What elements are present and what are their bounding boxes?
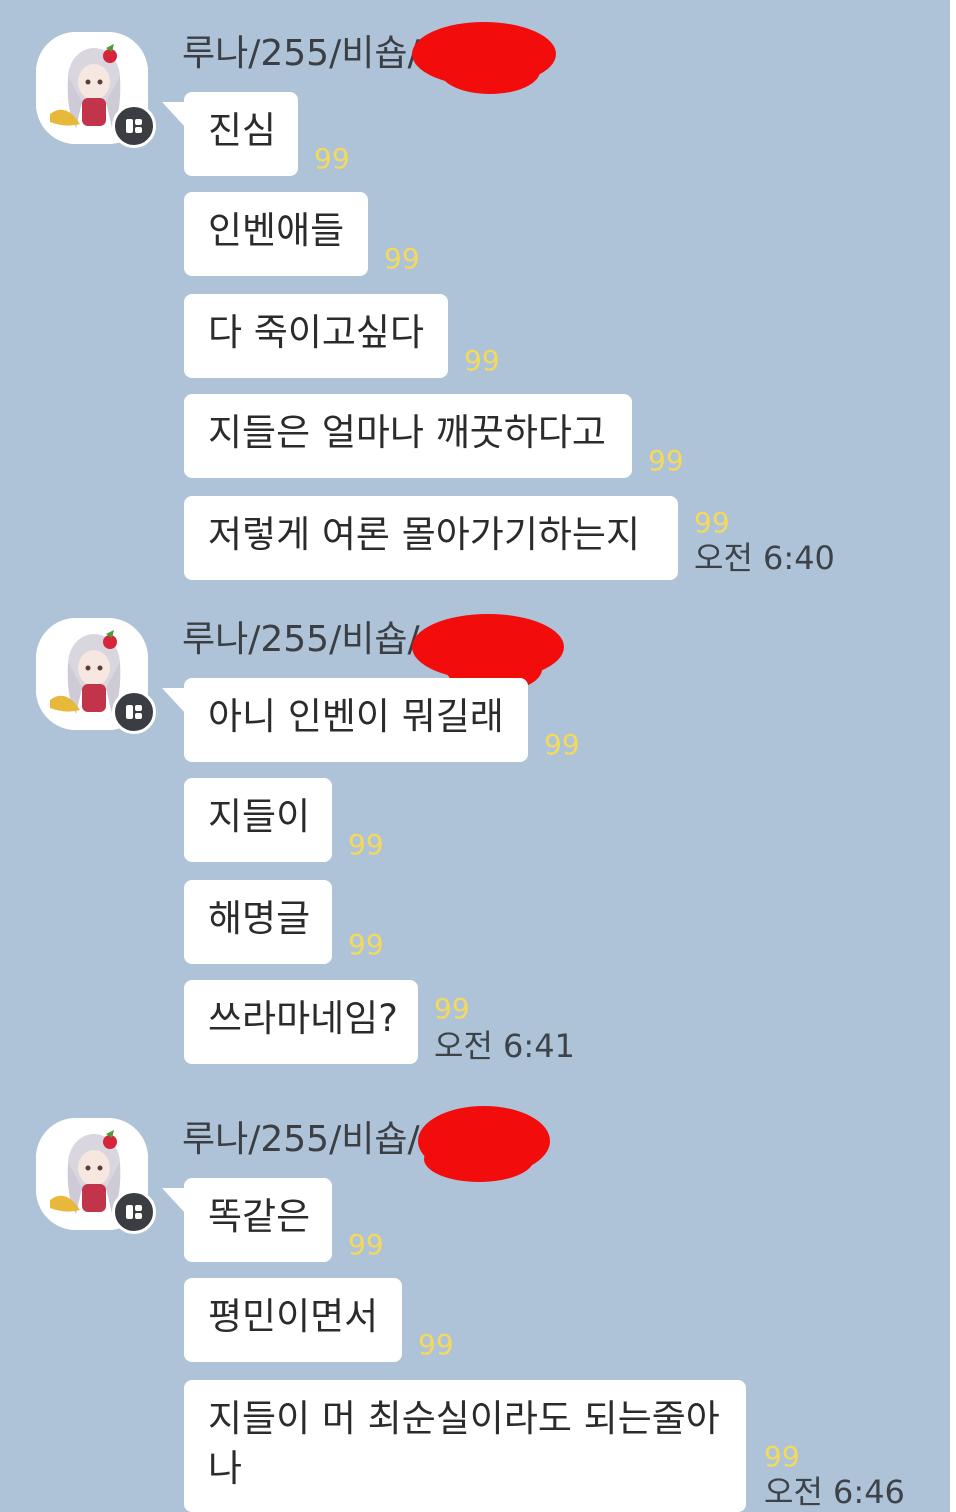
message-text: 평민이면서: [208, 1295, 379, 1338]
redaction-mark: [424, 1136, 534, 1182]
unread-count: 99: [348, 828, 384, 861]
message-bubble[interactable]: 지들은 얼마나 깨끗하다고: [184, 394, 632, 478]
message-bubble[interactable]: 똑같은: [162, 1178, 332, 1262]
message-time: 오전 6:40: [694, 539, 835, 577]
message-bubble[interactable]: 진심: [162, 92, 298, 176]
message-time: 오전 6:41: [434, 1027, 575, 1065]
unread-count: 99: [384, 242, 420, 275]
redaction-mark: [440, 48, 540, 94]
unread-count: 99: [694, 506, 730, 539]
chat-background: 루나/255/비숍/ 진심 99 인벤애들 99 다 죽이고싶다 99 지들은 …: [0, 0, 950, 1512]
message-bubble[interactable]: 저렇게 여론 몰아가기하는지: [184, 496, 678, 580]
openchat-profile-badge-icon: [112, 690, 156, 734]
message-time: 오전 6:46: [764, 1473, 905, 1511]
unread-count: 99: [348, 928, 384, 961]
unread-count: 99: [434, 992, 470, 1025]
unread-count: 99: [418, 1328, 454, 1361]
unread-count: 99: [314, 142, 350, 175]
openchat-profile-badge-icon: [112, 1190, 156, 1234]
message-text: 지들이 머 최순실이라도 되는줄아: [208, 1397, 720, 1440]
message-text-line2: 나: [208, 1447, 243, 1490]
sender-name: 루나/255/비숍/: [182, 619, 420, 660]
message-bubble[interactable]: 평민이면서: [184, 1278, 402, 1362]
message-text: 다 죽이고싶다: [208, 311, 425, 354]
message-text: 똑같은: [208, 1195, 311, 1238]
message-bubble[interactable]: 쓰라마네임?: [184, 980, 418, 1064]
message-text: 지들은 얼마나 깨끗하다고: [208, 411, 606, 454]
openchat-profile-badge-icon: [112, 104, 156, 148]
unread-count: 99: [464, 344, 500, 377]
message-text: 인벤애들: [208, 209, 345, 252]
message-bubble[interactable]: 지들이: [184, 778, 332, 862]
message-text: 저렇게 여론 몰아가기하는지: [208, 513, 641, 556]
sender-name: 루나/255/비숍/: [182, 33, 420, 74]
message-text: 해명글: [208, 897, 311, 940]
unread-count: 99: [348, 1228, 384, 1261]
message-bubble[interactable]: 다 죽이고싶다: [184, 294, 448, 378]
message-text: 지들이: [208, 795, 311, 838]
unread-count: 99: [764, 1440, 800, 1473]
message-bubble[interactable]: 아니 인벤이 뭐길래: [162, 678, 528, 762]
message-bubble[interactable]: 인벤애들: [184, 192, 368, 276]
message-text: 쓰라마네임?: [208, 997, 398, 1040]
unread-count: 99: [544, 728, 580, 761]
message-text: 진심: [208, 109, 277, 152]
message-bubble[interactable]: 해명글: [184, 880, 332, 964]
message-bubble[interactable]: 지들이 머 최순실이라도 되는줄아 나: [184, 1380, 746, 1512]
sender-name: 루나/255/비숍/: [182, 1119, 420, 1160]
message-text: 아니 인벤이 뭐길래: [208, 695, 504, 738]
unread-count: 99: [648, 444, 684, 477]
